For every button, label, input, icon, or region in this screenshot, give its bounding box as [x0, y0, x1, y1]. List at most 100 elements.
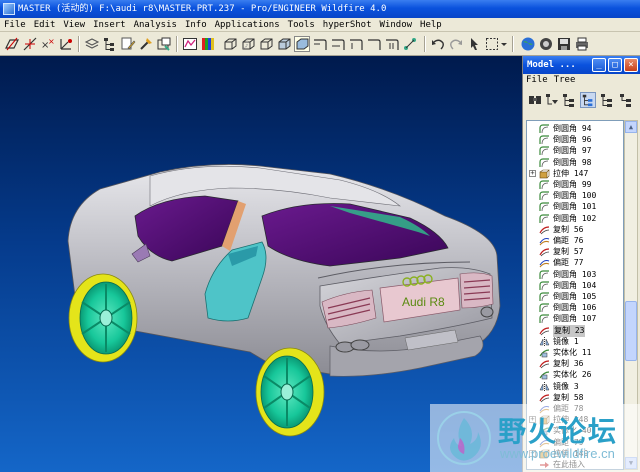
tree-item[interactable]: 倒圆角 106: [527, 302, 623, 314]
tree-columns-icon[interactable]: [561, 92, 577, 108]
round-feature-icon: [539, 202, 550, 212]
regenerate-icon[interactable]: [138, 36, 154, 52]
tree-item[interactable]: 倒圆角 101: [527, 201, 623, 213]
model-tree-toggle-icon[interactable]: [102, 36, 118, 52]
tree-item[interactable]: 倒圆角 103: [527, 269, 623, 281]
round-feature-icon: [539, 269, 550, 280]
print-icon[interactable]: [574, 36, 590, 52]
box-select-icon[interactable]: [484, 36, 500, 52]
sketch-tool-5-icon[interactable]: [384, 36, 400, 52]
tree-item-label: 拉伸 147: [553, 168, 589, 178]
edit-definition-icon[interactable]: [120, 36, 136, 52]
tree-item[interactable]: 倒圆角 97: [527, 145, 623, 157]
save-window-icon[interactable]: [556, 36, 572, 52]
tree-item-label: 倒圆角 99: [553, 180, 592, 189]
selection-filter-icon[interactable]: [466, 36, 482, 52]
datum-plane-display-icon[interactable]: [4, 36, 20, 52]
tree-item[interactable]: 倒圆角 96: [527, 134, 623, 146]
maximize-button[interactable]: □: [608, 58, 622, 72]
no-hidden-display-icon[interactable]: [258, 36, 274, 52]
tree-item[interactable]: 镜像 3: [527, 381, 623, 393]
redo-icon[interactable]: [448, 36, 464, 52]
tree-item[interactable]: 偏距 76: [527, 235, 623, 247]
proe-app-icon[interactable]: [3, 3, 15, 15]
tree-item[interactable]: 复制 56: [527, 224, 623, 236]
tree-item[interactable]: 复制 58: [527, 392, 623, 404]
tree-item[interactable]: 实体化 11: [527, 347, 623, 359]
scroll-up-button[interactable]: ▲: [625, 121, 637, 133]
window-titlebar[interactable]: MASTER (活动的) F:\audi r8\MASTER.PRT.237 -…: [0, 0, 640, 18]
copy-feature-icon: [539, 225, 550, 235]
web-browser-icon[interactable]: [520, 36, 536, 52]
color-appearance-icon[interactable]: [200, 36, 216, 52]
tree-show-icon[interactable]: [580, 92, 596, 108]
tree-item[interactable]: 倒圆角 100: [527, 190, 623, 202]
toolbar-separator: [512, 36, 514, 52]
menu-insert[interactable]: Insert: [89, 18, 130, 32]
menu-analysis[interactable]: Analysis: [130, 18, 181, 32]
shading-display-icon[interactable]: [276, 36, 292, 52]
menu-hypershot[interactable]: hyperShot: [319, 18, 376, 32]
repaint-icon[interactable]: [182, 36, 198, 52]
audi-r8-badge: Audi R8: [402, 295, 445, 309]
view-manager-icon[interactable]: [156, 36, 172, 52]
tree-settings-icon[interactable]: [599, 92, 615, 108]
tree-item[interactable]: 倒圆角 99: [527, 179, 623, 191]
tree-item[interactable]: 倒圆角 104: [527, 280, 623, 292]
tree-menu-tree[interactable]: Tree: [551, 74, 579, 86]
tree-expand-toggle[interactable]: +: [529, 169, 536, 177]
menu-file[interactable]: File: [0, 18, 30, 32]
model-player-icon[interactable]: [538, 36, 554, 52]
tree-item[interactable]: 实体化 26: [527, 369, 623, 381]
datum-point-display-icon[interactable]: ××: [40, 36, 56, 52]
shading-edges-display-icon[interactable]: [294, 36, 310, 52]
chevron-down-icon[interactable]: [500, 36, 508, 52]
menu-tools[interactable]: Tools: [284, 18, 319, 32]
model-tree-titlebar[interactable]: Model ... _ □ ×: [523, 56, 640, 74]
tree-item[interactable]: 倒圆角 94: [527, 123, 623, 135]
sketch-tool-2-icon[interactable]: [330, 36, 346, 52]
menu-info[interactable]: Info: [181, 18, 211, 32]
window-title: MASTER (活动的) F:\audi r8\MASTER.PRT.237 -…: [18, 4, 387, 14]
tree-item[interactable]: 偏距 77: [527, 257, 623, 269]
undo-icon[interactable]: [430, 36, 446, 52]
tree-item-label: 镜像 1: [553, 336, 579, 346]
menu-applications[interactable]: Applications: [211, 18, 284, 32]
tree-item[interactable]: 复制 36: [527, 358, 623, 370]
tree-item[interactable]: 镜像 1: [527, 336, 623, 348]
menu-edit[interactable]: Edit: [30, 18, 60, 32]
copy-feature-icon: [539, 359, 550, 369]
sketch-tool-4-icon[interactable]: [366, 36, 382, 52]
csys-display-icon[interactable]: [58, 36, 74, 52]
menu-view[interactable]: View: [59, 18, 89, 32]
wireframe-display-icon[interactable]: [222, 36, 238, 52]
tree-expand-icon[interactable]: [618, 92, 634, 108]
extrude-feature-icon: [539, 169, 550, 179]
datum-axis-display-icon[interactable]: [22, 36, 38, 52]
tree-item[interactable]: 倒圆角 102: [527, 213, 623, 225]
tree-item[interactable]: 倒圆角 98: [527, 157, 623, 169]
copy-feature-icon: [539, 393, 550, 403]
close-button[interactable]: ×: [624, 58, 638, 72]
scroll-thumb[interactable]: [625, 301, 637, 361]
spin-center-icon[interactable]: [402, 36, 418, 52]
round-feature-icon: [539, 292, 550, 302]
tree-item[interactable]: 复制 23: [527, 324, 623, 337]
find-icon[interactable]: [527, 92, 543, 108]
sketch-tool-3-icon[interactable]: [348, 36, 364, 52]
menu-window[interactable]: Window: [376, 18, 417, 32]
tree-item[interactable]: 倒圆角 105: [527, 291, 623, 303]
layers-icon[interactable]: [84, 36, 100, 52]
tree-item[interactable]: 倒圆角 107: [527, 313, 623, 325]
tree-filter-icon[interactable]: [544, 92, 560, 108]
tree-menu-file[interactable]: File: [523, 74, 551, 86]
minimize-button[interactable]: _: [592, 58, 606, 72]
tree-item-label: 倒圆角 94: [553, 124, 592, 133]
tree-item[interactable]: + 拉伸 147: [527, 168, 623, 180]
sketch-tool-1-icon[interactable]: [312, 36, 328, 52]
tree-item-label: 复制 56: [553, 224, 584, 234]
hidden-line-display-icon[interactable]: [240, 36, 256, 52]
menu-help[interactable]: Help: [416, 18, 446, 32]
tree-item[interactable]: 复制 57: [527, 246, 623, 258]
round-feature-icon: [539, 157, 550, 168]
